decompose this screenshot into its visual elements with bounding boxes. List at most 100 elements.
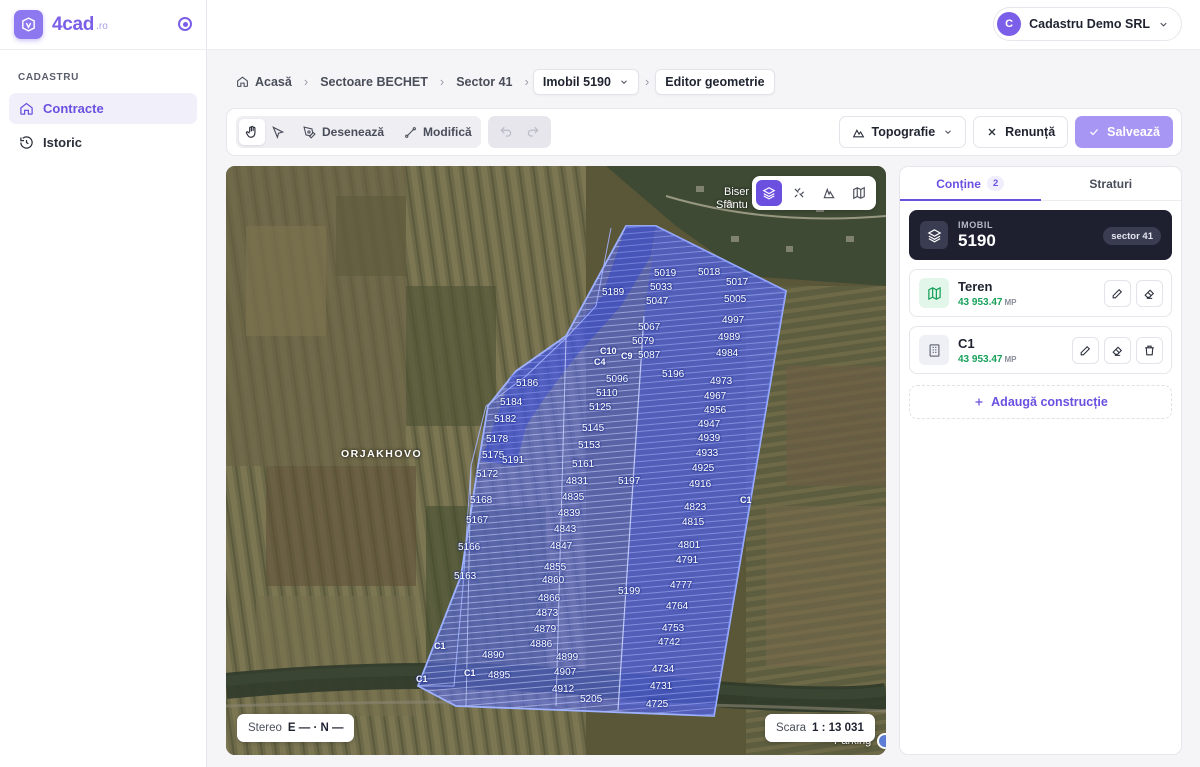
tab-contents-label: Conține — [936, 176, 981, 191]
history-group — [488, 116, 551, 148]
tab-contents-count: 2 — [986, 176, 1005, 191]
undo-icon[interactable] — [499, 125, 513, 139]
redo-icon[interactable] — [526, 125, 540, 139]
item-name: Teren — [958, 278, 993, 294]
chevron-right-icon: › — [524, 74, 529, 89]
eraser-icon — [1144, 289, 1155, 299]
breadcrumb-sector[interactable]: Sector 41 — [448, 75, 520, 89]
layer-select[interactable]: Topografie — [838, 116, 967, 148]
select-tool-button[interactable] — [265, 119, 291, 145]
breadcrumb-imobil-dropdown[interactable]: Imobil 5190 — [532, 68, 639, 95]
tool-group: Desenează Modifică — [236, 116, 481, 148]
imobil-card[interactable]: IMOBIL 5190 sector 41 — [909, 210, 1172, 260]
editor-toolbar: Desenează Modifică Topografie Renunță Sa… — [226, 108, 1182, 156]
logo-tld: .ro — [96, 21, 108, 32]
breadcrumb-editor[interactable]: Editor geometrie — [655, 68, 775, 95]
layers-view-button[interactable] — [756, 180, 782, 206]
map-village-label: Sfântu — [716, 199, 748, 211]
breadcrumb: Acasă › Sectoare BECHET › Sector 41 › Im… — [228, 68, 775, 95]
logo-name[interactable]: 4cad — [52, 14, 94, 36]
close-icon — [988, 128, 996, 136]
draw-tool-button[interactable]: Desenează — [297, 119, 390, 145]
item-teren[interactable]: Teren 43 953.47 MP — [909, 269, 1172, 317]
modify-tool-button[interactable]: Modifică — [398, 119, 478, 145]
delete-button[interactable] — [1136, 337, 1163, 364]
map-view-button[interactable] — [846, 180, 872, 206]
breadcrumb-home-label: Acasă — [255, 74, 292, 89]
save-button[interactable]: Salvează — [1075, 116, 1173, 148]
map-view-controls — [752, 176, 876, 210]
sidebar-item-contracte[interactable]: Contracte — [9, 93, 197, 124]
map-icon — [919, 278, 949, 308]
breadcrumb-home[interactable]: Acasă — [228, 75, 300, 89]
breadcrumb-imobil-label: Imobil 5190 — [542, 74, 611, 89]
chevron-down-icon — [621, 79, 627, 84]
stereo-coordinates: Stereo E — · N — — [237, 714, 355, 742]
sidebar-item-label: Contracte — [43, 101, 104, 116]
imobil-label: IMOBIL — [958, 219, 994, 230]
scale-label: Scara — [776, 722, 807, 734]
chevron-right-icon: › — [644, 74, 650, 89]
item-area-unit: MP — [1004, 354, 1017, 364]
chevron-right-icon: › — [439, 74, 445, 89]
terrain-view-button[interactable] — [816, 180, 842, 206]
toolbar-actions: Topografie Renunță Salvează — [838, 116, 1173, 148]
cancel-button[interactable]: Renunță — [973, 116, 1069, 148]
avatar: C — [997, 12, 1022, 36]
map-icon — [853, 186, 865, 200]
chevron-down-icon — [945, 130, 952, 134]
sidebar-item-label: Istoric — [43, 135, 83, 150]
add-construction-label: Adaugă construcție — [991, 395, 1108, 409]
edit-button[interactable] — [1104, 280, 1131, 307]
check-icon — [1090, 129, 1099, 136]
item-c1[interactable]: C1 43 953.47 MP — [909, 326, 1172, 374]
sidebar-item-istoric[interactable]: Istoric — [9, 127, 197, 158]
tab-contents[interactable]: Conține 2 — [900, 167, 1041, 201]
erase-button[interactable] — [1136, 280, 1163, 307]
building-icon — [919, 335, 949, 365]
item-area: 43 953.47 MP — [958, 297, 1017, 308]
map-canvas[interactable]: 5019 5018 5017 5033 5047 5005 5189 4997 5067 4989… — [226, 166, 886, 755]
logo-icon[interactable] — [14, 10, 43, 39]
item-area: 43 953.47 MP — [958, 354, 1017, 365]
trash-icon — [1145, 345, 1154, 356]
terrain-icon — [823, 187, 835, 199]
topography-icon — [852, 128, 864, 137]
stereo-value: E — · N — — [287, 722, 344, 734]
breadcrumb-sectoare[interactable]: Sectoare BECHET — [312, 75, 436, 89]
item-area-unit: MP — [1004, 297, 1017, 307]
layer-select-value: Topografie — [871, 125, 936, 139]
stereo-label: Stereo — [248, 722, 282, 734]
item-area-value: 43 953.47 — [958, 296, 1003, 308]
item-actions — [1072, 337, 1163, 364]
pointer-icon — [272, 126, 285, 139]
pan-tool-button[interactable] — [239, 119, 265, 145]
add-construction-button[interactable]: Adaugă construcție — [909, 385, 1172, 419]
save-label: Salvează — [1107, 125, 1160, 139]
history-icon — [20, 136, 33, 149]
edit-vertex-icon — [405, 126, 416, 138]
chevron-right-icon: › — [303, 74, 309, 89]
imobil-number: 5190 — [958, 230, 996, 250]
user-menu[interactable]: C Cadastru Demo SRL — [993, 7, 1182, 41]
pencil-icon — [1112, 288, 1123, 299]
satellite-view-button[interactable] — [786, 180, 812, 206]
chevron-down-icon — [1160, 22, 1167, 27]
satellite-icon — [794, 187, 805, 198]
top-bar: C Cadastru Demo SRL — [207, 0, 1200, 50]
edit-button[interactable] — [1072, 337, 1099, 364]
erase-button[interactable] — [1104, 337, 1131, 364]
tab-layers[interactable]: Straturi — [1041, 167, 1182, 200]
user-name: Cadastru Demo SRL — [1029, 17, 1150, 31]
item-name: C1 — [958, 335, 975, 351]
home-icon — [237, 76, 248, 87]
sidebar: 4cad .ro CADASTRU Contracte Istoric — [0, 0, 207, 767]
satellite-map[interactable] — [226, 166, 886, 755]
sidebar-toggle-icon[interactable] — [178, 17, 192, 31]
eraser-icon — [1112, 346, 1123, 356]
map-place-label: ORJAKHOVO — [341, 448, 423, 460]
scale-value: 1 : 13 031 — [812, 722, 864, 734]
map-attribution-icon[interactable] — [877, 733, 886, 749]
plus-icon — [975, 398, 983, 406]
pen-icon — [303, 125, 316, 139]
